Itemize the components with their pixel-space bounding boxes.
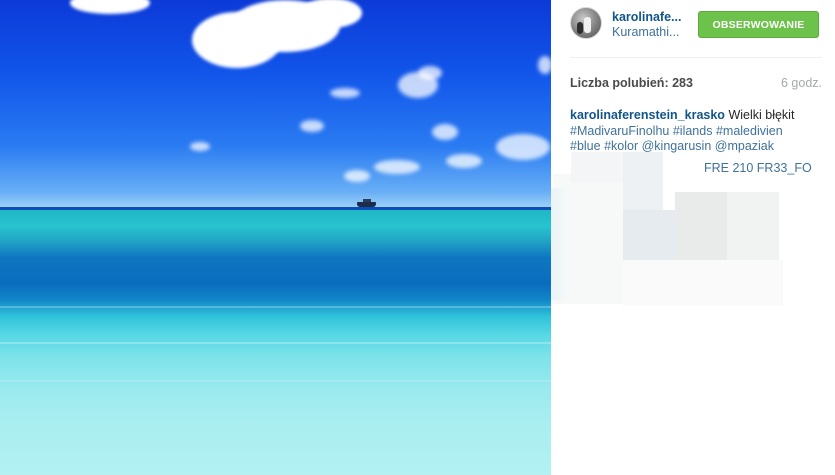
likes-label: Liczba polubień: [570, 76, 669, 90]
mention-link[interactable]: @mpaziak [715, 139, 774, 153]
likes-row: Liczba polubień: 283 6 godz. [570, 76, 822, 92]
ship [357, 199, 376, 207]
avatar-figure [584, 17, 591, 33]
post-side-panel: karolinafe... Kuramathi... OBSERWOWANIE … [551, 0, 835, 475]
overlay-block [623, 210, 675, 260]
overlay-block [675, 192, 727, 260]
likes-text[interactable]: Liczba polubień: 283 [570, 76, 693, 90]
overlay-block [551, 188, 571, 300]
overlay-block [571, 152, 623, 182]
cloud [446, 154, 482, 168]
post-photo[interactable] [0, 0, 551, 475]
user-avatar-icon[interactable] [570, 7, 602, 39]
photo-sea [0, 210, 551, 475]
cloud [330, 88, 360, 98]
post-caption: karolinaferenstein_krasko Wielki błękit … [570, 108, 822, 155]
caption-author[interactable]: karolinaferenstein_krasko [570, 108, 725, 122]
hashtag-link[interactable]: #MadivaruFinolhu [570, 124, 669, 138]
cloud [538, 56, 551, 74]
cloud [344, 170, 370, 182]
cloud [432, 124, 458, 140]
hashtag-link[interactable]: #maledivien [716, 124, 783, 138]
cloud [496, 134, 550, 160]
follow-button[interactable]: OBSERWOWANIE [698, 11, 819, 38]
hashtag-link[interactable]: #ilands [673, 124, 713, 138]
avatar-figure [577, 22, 583, 34]
overlay-block [623, 152, 663, 210]
header-divider [570, 57, 822, 58]
mention-link[interactable]: @kingarusin [642, 139, 712, 153]
post-username[interactable]: karolinafe... [612, 10, 681, 24]
likes-count: 283 [672, 76, 693, 90]
blurred-overlay [551, 152, 835, 307]
cloud [300, 120, 324, 132]
post-header: karolinafe... Kuramathi... OBSERWOWANIE [551, 0, 835, 58]
water-ripple [0, 306, 551, 308]
hashtag-link[interactable]: #blue [570, 139, 601, 153]
post-location[interactable]: Kuramathi... [612, 25, 679, 39]
cloud [374, 160, 420, 174]
water-ripple [0, 380, 551, 382]
post-time[interactable]: 6 godz. [781, 76, 822, 90]
hashtag-link[interactable]: #kolor [604, 139, 638, 153]
overlay-block [727, 192, 779, 260]
caption-text: Wielki błękit [728, 108, 795, 122]
cloud [418, 66, 442, 80]
overlay-block [623, 260, 783, 306]
water-ripple [0, 342, 551, 344]
cloud [190, 142, 210, 151]
